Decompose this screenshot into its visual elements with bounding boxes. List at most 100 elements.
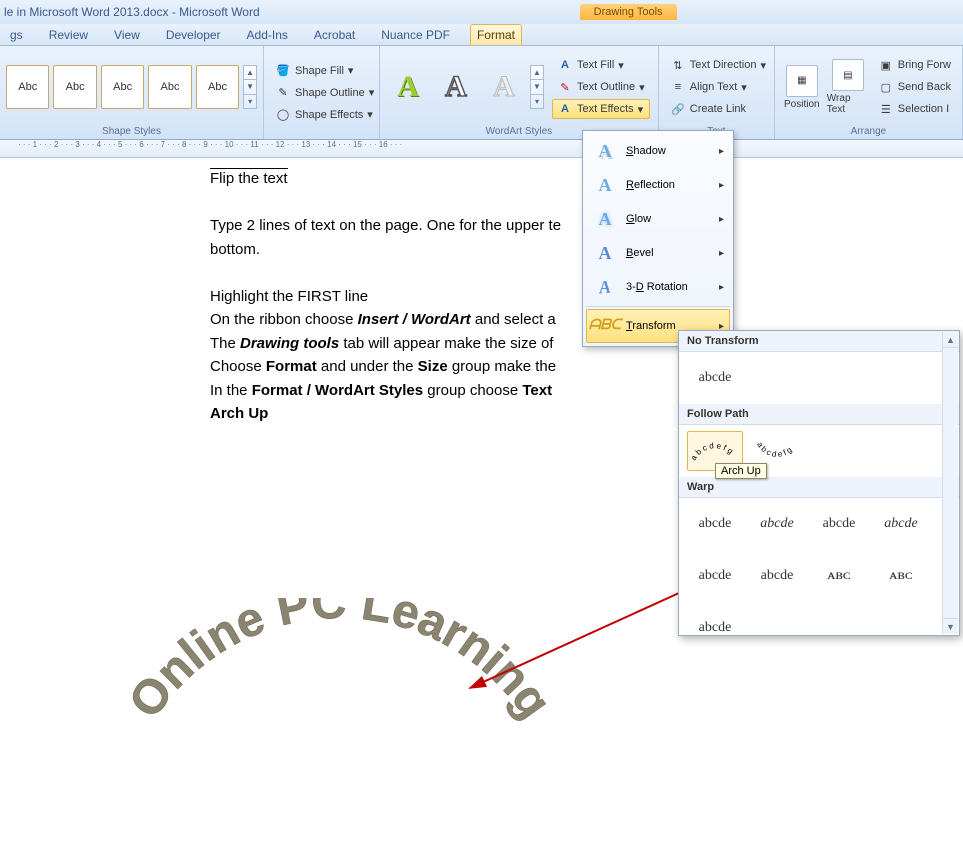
gallery-section-header: Warp [679, 477, 959, 498]
shape-style-swatch[interactable]: Abc [53, 65, 96, 109]
text-outline-button[interactable]: ✎ Text Outline ▾ [552, 77, 650, 97]
chevron-right-icon: ▸ [719, 146, 724, 157]
transform-option-warp[interactable]: ᴀʙᴄ [869, 556, 933, 596]
shape-style-swatch[interactable]: Abc [6, 65, 49, 109]
doc-text: Type 2 lines of text on the page. One fo… [210, 217, 561, 234]
bevel-icon: A [592, 242, 618, 264]
text-direction-icon: ⇅ [670, 57, 686, 73]
selection-pane-icon: ☰ [878, 101, 894, 117]
shape-style-swatch[interactable]: Abc [196, 65, 239, 109]
chevron-down-icon: ▾ [348, 64, 354, 77]
scroll-down-icon[interactable]: ▼ [943, 618, 958, 634]
contextual-tab-group: Drawing Tools [580, 4, 677, 20]
send-backward-button[interactable]: ▢ Send Back [873, 77, 956, 97]
svg-text:a b c d e f g: a b c d e f g [755, 440, 793, 458]
horizontal-ruler[interactable]: · · · 1 · · · 2 · · · 3 · · · 4 · · · 5 … [0, 140, 963, 158]
menu-item-bevel[interactable]: A Bevel ▸ [586, 236, 730, 270]
send-backward-icon: ▢ [878, 79, 894, 95]
transform-option-circle[interactable]: a b c d e f g h i j k [811, 431, 867, 471]
chevron-down-icon: ▾ [618, 59, 624, 72]
position-button[interactable]: ▦ Position [781, 65, 823, 110]
text-outline-icon: ✎ [557, 79, 573, 95]
tab-format[interactable]: Format [470, 24, 522, 45]
tab-addins[interactable]: Add-Ins [241, 25, 294, 45]
menu-item-glow[interactable]: A Glow ▸ [586, 202, 730, 236]
tooltip-arch-up: Arch Up [715, 463, 767, 479]
group-label: Arrange [781, 124, 956, 137]
wordart-style-swatch[interactable]: A [386, 65, 430, 109]
menu-item-shadow[interactable]: A Shadow ▸ [586, 134, 730, 168]
transform-option-warp[interactable]: abcde [749, 504, 805, 544]
glow-icon: A [592, 208, 618, 230]
transform-option-warp[interactable]: abcde [811, 504, 867, 544]
tab-acrobat[interactable]: Acrobat [308, 25, 361, 45]
tab-developer[interactable]: Developer [160, 25, 227, 45]
shadow-icon: A [592, 140, 618, 162]
ribbon: Abc Abc Abc Abc Abc ▲▼▾ Shape Styles 🪣 S… [0, 46, 963, 140]
wordart-gallery-more[interactable]: ▲▼▾ [530, 65, 544, 109]
transform-gallery: No Transform abcde Follow Path a b c d e… [678, 330, 960, 636]
chevron-right-icon: ▸ [719, 248, 724, 259]
tab-partial[interactable]: gs [4, 25, 29, 45]
text-effects-button[interactable]: A Text Effects ▾ [552, 99, 650, 119]
transform-option-button[interactable]: a b c d e f G h i j k l m n o [873, 431, 929, 471]
transform-option-warp[interactable]: abcde [687, 556, 743, 596]
svg-text:a b c d e f g: a b c d e f g [690, 441, 735, 462]
shape-outline-button[interactable]: ✎ Shape Outline ▾ [270, 83, 379, 103]
group-shape-format: 🪣 Shape Fill ▾ ✎ Shape Outline ▾ ◯ Shape… [264, 46, 380, 139]
svg-text:a b c d e f G h i j k l m n o: a b c d e f G h i j k l m n o [876, 434, 926, 436]
gallery-section-header: Follow Path [679, 404, 959, 425]
gallery-scrollbar[interactable]: ▲ ▼ [942, 332, 958, 634]
chevron-down-icon: ▾ [367, 108, 373, 121]
wordart-style-swatch[interactable]: A [482, 65, 526, 109]
window-title: le in Microsoft Word 2013.docx - Microso… [4, 5, 260, 19]
scroll-up-icon[interactable]: ▲ [943, 332, 958, 348]
shape-style-swatch[interactable]: Abc [101, 65, 144, 109]
text-direction-button[interactable]: ⇅ Text Direction ▾ [665, 55, 771, 75]
3d-rotation-icon: A [591, 274, 615, 300]
svg-text:a b c d e f g h i j k: a b c d e f g h i j k [814, 434, 864, 436]
tab-view[interactable]: View [108, 25, 146, 45]
text-effects-icon: A [557, 101, 573, 117]
tab-review[interactable]: Review [43, 25, 94, 45]
wrap-text-button[interactable]: ▤ Wrap Text [827, 59, 869, 115]
transform-option-warp[interactable]: ᴀʙᴄ [807, 556, 871, 596]
group-arrange: ▦ Position ▤ Wrap Text ▣ Bring Forw ▢ Se… [775, 46, 963, 139]
group-shape-styles: Abc Abc Abc Abc Abc ▲▼▾ Shape Styles [0, 46, 264, 139]
chevron-right-icon: ▸ [719, 180, 724, 191]
effects-icon: ◯ [275, 107, 291, 123]
doc-text: Arch Up [210, 405, 268, 422]
ribbon-tabs: gs Review View Developer Add-Ins Acrobat… [0, 24, 963, 46]
transform-option-warp[interactable]: abcde [687, 608, 743, 636]
transform-option-warp[interactable]: abcde [687, 504, 743, 544]
position-icon: ▦ [786, 65, 818, 97]
create-link-button[interactable]: 🔗 Create Link [665, 99, 771, 119]
wrap-text-icon: ▤ [832, 59, 864, 91]
gallery-section-header: No Transform [679, 331, 959, 352]
reflection-icon: A [592, 174, 618, 196]
bring-forward-button[interactable]: ▣ Bring Forw [873, 55, 956, 75]
link-icon: 🔗 [670, 101, 686, 117]
wordart-style-swatch[interactable]: A [434, 65, 478, 109]
align-text-button[interactable]: ≡ Align Text ▾ [665, 77, 771, 97]
shape-fill-button[interactable]: 🪣 Shape Fill ▾ [270, 61, 379, 81]
paint-bucket-icon: 🪣 [275, 63, 291, 79]
title-bar: le in Microsoft Word 2013.docx - Microso… [0, 0, 963, 24]
tab-nuance[interactable]: Nuance PDF [375, 25, 456, 45]
chevron-right-icon: ▸ [719, 282, 724, 293]
pencil-icon: ✎ [275, 85, 291, 101]
chevron-down-icon: ▾ [639, 81, 645, 94]
shape-style-gallery-more[interactable]: ▲▼▾ [243, 65, 257, 109]
chevron-down-icon: ▾ [741, 81, 747, 94]
transform-option-warp[interactable]: abcde [749, 556, 805, 596]
chevron-down-icon: ▾ [638, 103, 644, 116]
menu-item-reflection[interactable]: A Reflection ▸ [586, 168, 730, 202]
transform-option-none[interactable]: abcde [687, 358, 743, 398]
transform-option-warp[interactable]: abcde [873, 504, 929, 544]
shape-effects-button[interactable]: ◯ Shape Effects ▾ [270, 105, 379, 125]
menu-item-3d-rotation[interactable]: A 3-D Rotation ▸ [586, 270, 730, 304]
chevron-down-icon: ▾ [369, 86, 375, 99]
selection-pane-button[interactable]: ☰ Selection I [873, 99, 956, 119]
shape-style-swatch[interactable]: Abc [148, 65, 191, 109]
text-fill-button[interactable]: A Text Fill ▾ [552, 55, 650, 75]
